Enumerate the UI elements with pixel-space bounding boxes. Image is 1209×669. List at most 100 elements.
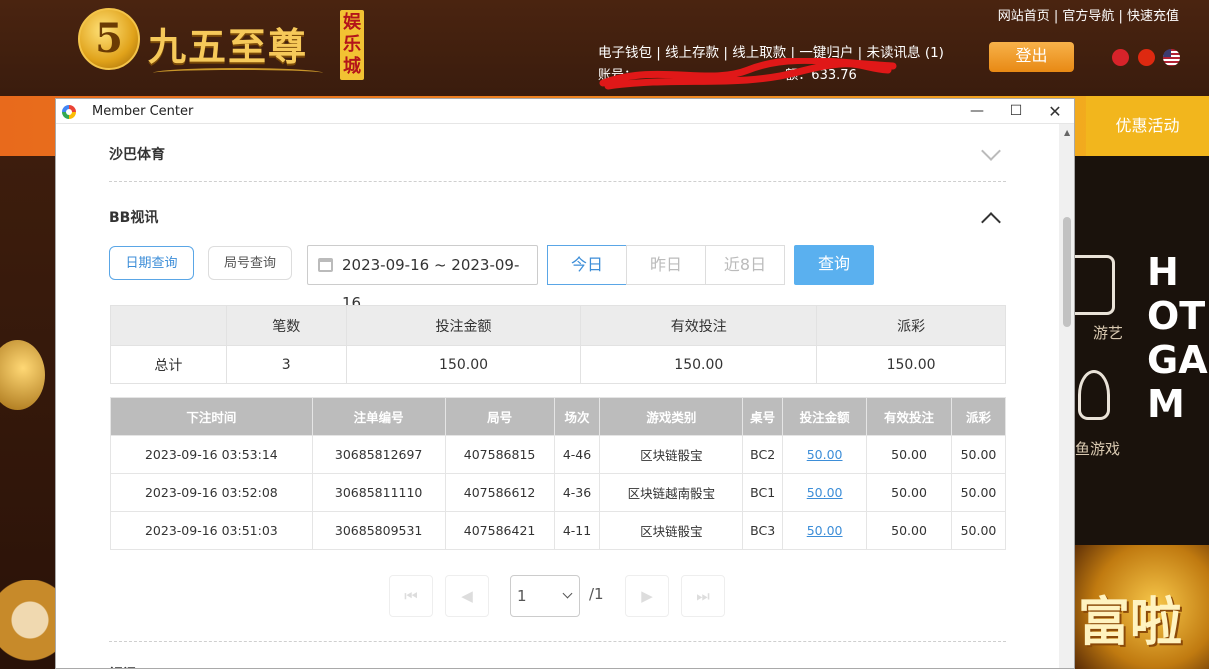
detail-header: 局号 <box>444 397 555 436</box>
redaction-scribble <box>599 58 897 90</box>
summary-header: 有效投注 <box>580 305 818 346</box>
section-bb-live[interactable]: BB视讯 <box>109 207 1006 232</box>
detail-header: 下注时间 <box>110 397 313 436</box>
last-8-days-button[interactable]: 近8日 <box>705 245 785 285</box>
window-title: Member Center <box>92 104 194 119</box>
bet-time: 2023-09-16 03:51:03 <box>110 511 313 550</box>
date-range-input[interactable]: 2023-09-16 ~ 2023-09-16 <box>307 245 538 312</box>
hot-games-banner[interactable]: HOT GAM <box>1147 250 1209 426</box>
summary-header: 派彩 <box>816 305 1006 346</box>
prev-page-button[interactable]: ◀ <box>445 575 489 617</box>
game-type: 区块链越南骰宝 <box>599 473 744 512</box>
page-select-value: 1 <box>517 587 527 605</box>
bet-amount-link[interactable]: 50.00 <box>807 523 843 538</box>
detail-header: 桌号 <box>742 397 784 436</box>
top-links[interactable]: 网站首页 | 官方导航 | 快速充值 <box>998 5 1179 24</box>
section-title: BB视讯 <box>109 210 159 226</box>
browser-app-icon <box>62 105 76 119</box>
bet-detail-table: 下注时间 注单编号 局号 场次 游戏类别 桌号 投注金额 有效投注 派彩 202… <box>110 397 1007 550</box>
section-title: 沙巴体育 <box>109 147 165 163</box>
logo-badge: 娱乐城 <box>340 10 364 80</box>
summary-header: 投注金额 <box>345 305 582 346</box>
chevron-down-icon <box>562 588 573 599</box>
logout-button[interactable]: 登出 <box>989 42 1074 72</box>
page-select[interactable]: 1 <box>510 575 580 617</box>
valid-bet: 50.00 <box>866 435 952 474</box>
yesterday-button[interactable]: 昨日 <box>626 245 706 285</box>
chevron-up-icon[interactable] <box>981 212 1001 232</box>
bet-id: 30685812697 <box>311 435 446 474</box>
table-row: 2023-09-16 03:52:08 30685811110 40758661… <box>110 473 1007 512</box>
vertical-scrollbar[interactable]: ▲ <box>1059 124 1074 668</box>
round-id: 407586421 <box>444 511 555 550</box>
slot-machine-icon[interactable] <box>1075 255 1115 315</box>
site-logo[interactable]: 5 九五至尊 娱乐城 <box>78 6 368 82</box>
logo-ornament <box>153 68 323 78</box>
bet-amount-link[interactable]: 50.00 <box>807 447 843 462</box>
detail-header: 派彩 <box>950 397 1007 436</box>
next-page-button[interactable]: ▶ <box>625 575 669 617</box>
last-page-button[interactable]: ⏭ <box>681 575 725 617</box>
chevron-down-icon[interactable] <box>981 141 1001 161</box>
round-query-button[interactable]: 局号查询 <box>208 246 292 280</box>
valid-bet: 50.00 <box>866 511 952 550</box>
section-saba-sports[interactable]: 沙巴体育 <box>109 141 1006 168</box>
flag-hk-icon[interactable] <box>1112 49 1129 66</box>
summary-table: 笔数 投注金额 有效投注 派彩 总计 3 150.00 150.00 150.0… <box>110 305 1006 384</box>
summary-cell: 总计 <box>110 345 227 384</box>
table-row: 2023-09-16 03:53:14 30685812697 40758681… <box>110 435 1007 474</box>
date-range-value: 2023-09-16 ~ 2023-09-16 <box>342 256 520 312</box>
close-button[interactable]: ✕ <box>1036 99 1074 124</box>
fish-game-icon[interactable] <box>1078 370 1110 420</box>
payout: 50.00 <box>950 473 1007 512</box>
bet-amount-cell: 50.00 <box>782 435 868 474</box>
scrollbar-thumb[interactable] <box>1063 217 1071 327</box>
bet-id: 30685811110 <box>311 473 446 512</box>
valid-bet: 50.00 <box>866 473 952 512</box>
date-query-button[interactable]: 日期查询 <box>109 246 194 280</box>
calendar-icon <box>318 258 333 272</box>
logo-emblem: 5 <box>78 8 140 70</box>
session: 4-36 <box>553 473 601 512</box>
table-row: 2023-09-16 03:51:03 30685809531 40758642… <box>110 511 1007 550</box>
bet-amount-cell: 50.00 <box>782 473 868 512</box>
member-center-content: 沙巴体育 BB视讯 日期查询 局号查询 2023-09-16 ~ 2023-09… <box>56 124 1059 668</box>
session: 4-46 <box>553 435 601 474</box>
summary-total-row: 总计 3 150.00 150.00 150.00 <box>110 345 1006 384</box>
table-id: BC3 <box>742 511 784 550</box>
bet-time: 2023-09-16 03:52:08 <box>110 473 313 512</box>
summary-cell: 150.00 <box>580 345 818 384</box>
page-total: /1 <box>589 585 604 603</box>
logo-name: 九五至尊 <box>148 24 309 69</box>
table-id: BC2 <box>742 435 784 474</box>
bet-time: 2023-09-16 03:53:14 <box>110 435 313 474</box>
game-type: 区块链骰宝 <box>599 511 744 550</box>
detail-header: 注单编号 <box>311 397 446 436</box>
summary-cell: 150.00 <box>816 345 1006 384</box>
flag-cn-icon[interactable] <box>1138 49 1155 66</box>
round-id: 407586612 <box>444 473 555 512</box>
promo-gold-text: 富啦 <box>1078 592 1183 653</box>
maximize-button[interactable]: ☐ <box>997 99 1035 124</box>
bet-amount-link[interactable]: 50.00 <box>807 485 843 500</box>
side-label-fishing[interactable]: 鱼游戏 <box>1075 438 1120 459</box>
flag-us-icon[interactable] <box>1163 49 1180 66</box>
query-button[interactable]: 查询 <box>794 245 874 285</box>
today-button[interactable]: 今日 <box>547 245 627 285</box>
scroll-up-icon[interactable]: ▲ <box>1064 128 1070 137</box>
minimize-button[interactable]: — <box>958 99 996 124</box>
nav-promotions[interactable]: 优惠活动 <box>1086 96 1209 156</box>
detail-header: 场次 <box>553 397 601 436</box>
window-titlebar[interactable]: Member Center — ☐ ✕ <box>56 99 1074 124</box>
summary-header-row: 笔数 投注金额 有效投注 派彩 <box>110 305 1006 346</box>
payout: 50.00 <box>950 511 1007 550</box>
side-label-arcade[interactable]: 游艺 <box>1075 322 1123 343</box>
detail-header: 游戏类别 <box>599 397 744 436</box>
round-id: 407586815 <box>444 435 555 474</box>
game-type: 区块链骰宝 <box>599 435 744 474</box>
detail-header: 投注金额 <box>782 397 868 436</box>
bet-id: 30685809531 <box>311 511 446 550</box>
bet-amount-cell: 50.00 <box>782 511 868 550</box>
first-page-button[interactable]: ⏮ <box>389 575 433 617</box>
section-next-partial[interactable]: 视讯 <box>109 664 137 668</box>
